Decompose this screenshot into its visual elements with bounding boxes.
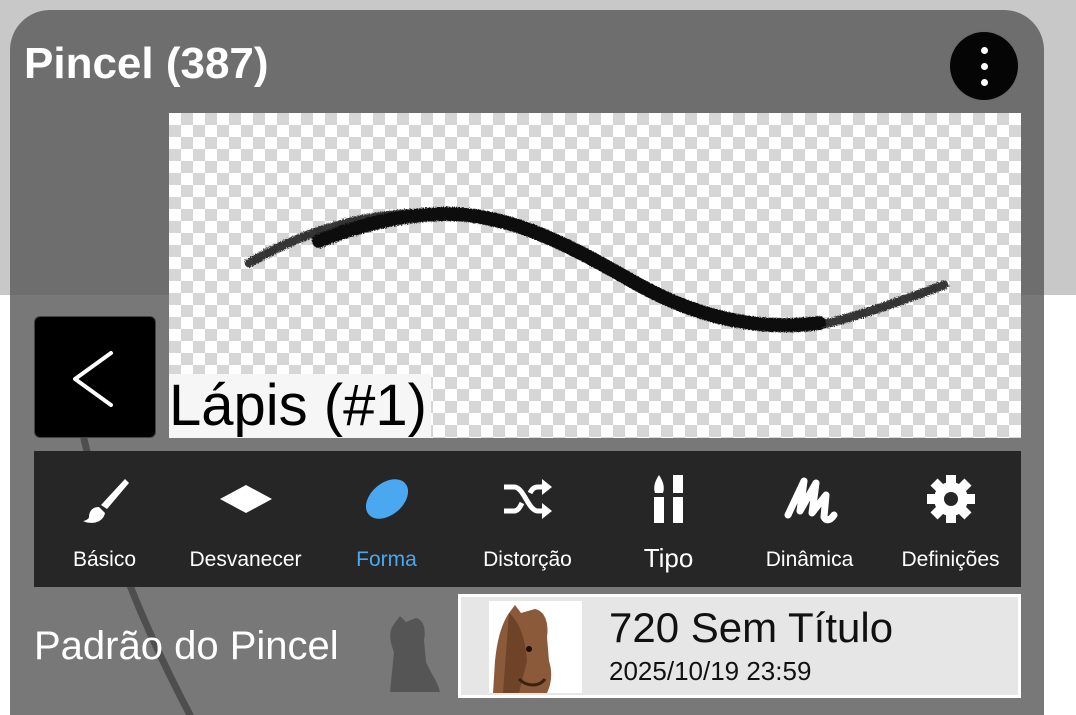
tab-label: Desvanecer: [189, 548, 302, 571]
tab-distorcao[interactable]: Distorção: [457, 451, 598, 587]
brush-tips-icon: [653, 475, 683, 523]
tab-desvanecer[interactable]: Desvanecer: [175, 451, 316, 587]
tab-label: Distorção: [483, 548, 572, 571]
tab-label: Forma: [356, 548, 417, 571]
brush-name-label: Lápis (#1): [169, 374, 431, 438]
back-button[interactable]: [34, 316, 156, 438]
brush-pattern-label: Padrão do Pincel: [34, 624, 339, 668]
more-vertical-icon-dot: [981, 63, 988, 70]
tab-label: Definições: [901, 548, 1000, 571]
brush-preview: Lápis (#1): [169, 113, 1021, 438]
gear-icon: [926, 475, 975, 523]
more-vertical-icon-dot: [981, 79, 988, 86]
file-name: 720 Sem Título: [609, 604, 894, 651]
horse-silhouette-icon[interactable]: [380, 612, 442, 694]
canvas-file-card[interactable]: 720 Sem Título 2025/10/19 23:59: [458, 594, 1021, 698]
tab-label: Básico: [72, 548, 137, 571]
tab-label: Dinâmica: [765, 548, 854, 571]
tab-definicoes[interactable]: Definições: [880, 451, 1021, 587]
tab-label: Tipo: [643, 543, 694, 573]
ellipse-icon: [365, 479, 408, 519]
tab-dinamica[interactable]: Dinâmica: [739, 451, 880, 587]
more-vertical-icon: [981, 47, 988, 54]
horse-thumbnail-image: [493, 605, 552, 693]
diamond-icon: [219, 485, 272, 513]
brush-category-tabs: Básico Desvanecer Forma Distorção Tipo D…: [34, 451, 1021, 587]
panel-title: Pincel (387): [24, 39, 269, 88]
scribble-icon: [784, 477, 837, 524]
tab-basico[interactable]: Básico: [34, 451, 175, 587]
file-thumbnail: [489, 601, 582, 693]
file-date: 2025/10/19 23:59: [609, 656, 812, 686]
tab-tipo[interactable]: Tipo: [598, 451, 739, 587]
more-options-button[interactable]: [950, 32, 1018, 100]
tab-forma[interactable]: Forma: [316, 451, 457, 587]
brush-icon: [82, 479, 129, 523]
chevron-left-icon: [73, 351, 113, 407]
shuffle-icon: [503, 479, 552, 519]
